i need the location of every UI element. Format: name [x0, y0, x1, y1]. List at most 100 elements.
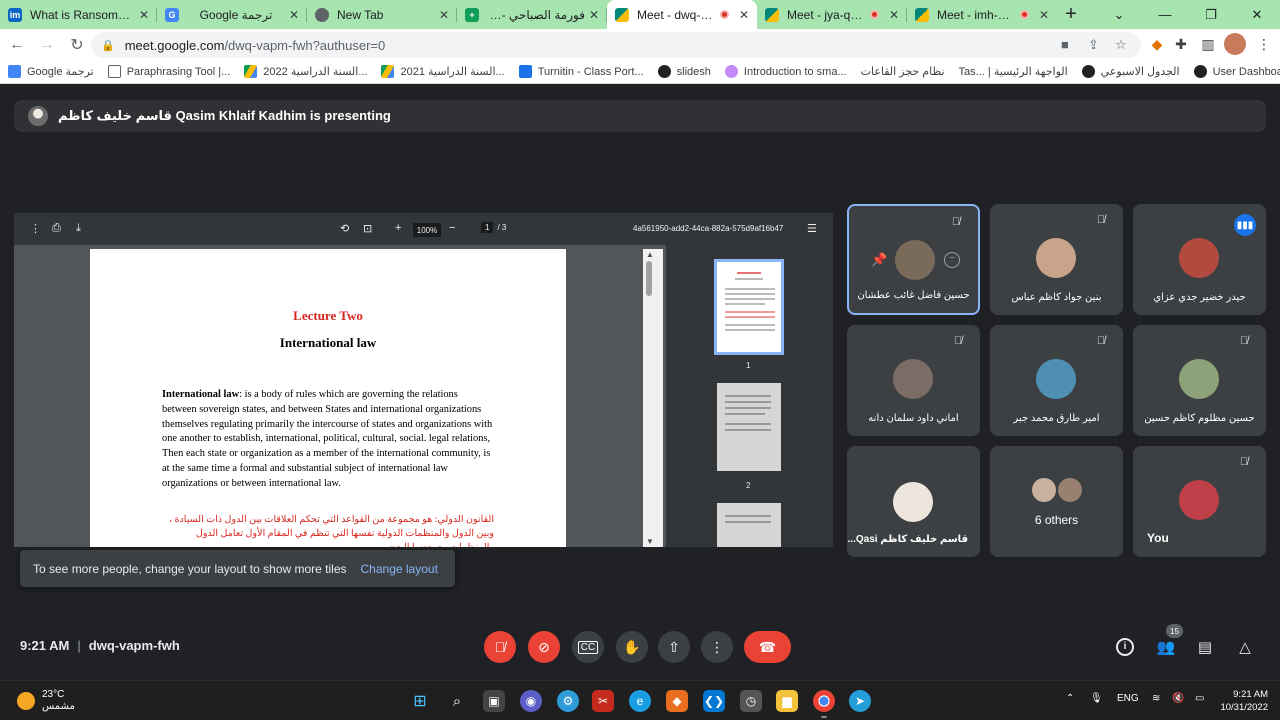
bookmark[interactable]: Turnitin - Class Port... — [518, 65, 644, 78]
page-thumbnail[interactable] — [714, 259, 784, 355]
wifi-icon[interactable]: ≋ — [1152, 693, 1160, 704]
tab-forms[interactable]: + فورمة الصباحي - اون لا ✕ — [457, 0, 607, 29]
minimize-button[interactable]: — — [1142, 0, 1188, 29]
chevron-down-icon[interactable]: ⌄ — [1096, 0, 1142, 29]
participant-tile[interactable]: 🎙̸ اماني داود سلمان دانه — [847, 325, 980, 436]
meeting-details-button[interactable]: i — [1114, 636, 1136, 658]
present-button[interactable]: ⇧ — [658, 631, 690, 663]
share-icon[interactable]: ⇪ — [1088, 37, 1099, 53]
pdf-scrollbar[interactable]: ▲ ▼ — [643, 249, 663, 547]
download-icon[interactable]: ⤓ — [76, 222, 81, 235]
tab-ransomware[interactable]: im What is Ransomware ✕ — [0, 0, 157, 29]
new-tab-button[interactable]: + — [1057, 0, 1085, 29]
microphone-icon[interactable]: 🎙 — [1090, 693, 1103, 704]
telegram-icon[interactable]: ➤ — [849, 690, 871, 712]
language-indicator[interactable]: ENG — [1117, 693, 1139, 704]
fit-page-icon[interactable]: ⊡ — [363, 222, 372, 235]
chat-app-icon[interactable]: ◉ — [520, 690, 542, 712]
scroll-down-icon[interactable]: ▼ — [646, 537, 654, 546]
mic-toggle-button[interactable]: 🎙̸ — [484, 631, 516, 663]
vscode-icon[interactable]: ❮❯ — [703, 690, 725, 712]
rotate-icon[interactable]: ⟲ — [340, 222, 349, 235]
tab-translate[interactable]: G Google ترجمة ✕ — [157, 0, 307, 29]
page-number-input[interactable]: 1 — [481, 222, 494, 233]
scroll-up-icon[interactable]: ▲ — [646, 250, 654, 259]
bookmark[interactable]: User Dashboard — [1193, 65, 1280, 78]
participant-tile[interactable]: قاسم خليف كاظم Qasi... — [847, 446, 980, 557]
volume-muted-icon[interactable]: 🔇 — [1172, 693, 1184, 704]
remove-icon[interactable]: − — [944, 252, 960, 268]
extensions-icon[interactable]: ✚ — [1170, 33, 1192, 55]
task-view-icon[interactable]: ▣ — [483, 690, 505, 712]
address-bar[interactable]: 🔒 meet.google.com/dwq-vapm-fwh?authuser=… — [91, 32, 1141, 58]
scroll-thumb[interactable] — [646, 261, 652, 296]
page-thumbnail[interactable] — [717, 503, 781, 547]
more-options-button[interactable]: ⋮ — [701, 631, 733, 663]
search-icon[interactable]: ⌕ — [446, 690, 468, 712]
bookmark[interactable]: Introduction to sma... — [724, 65, 847, 78]
bookmark[interactable]: Google ترجمة — [8, 65, 94, 78]
bookmark[interactable]: الجدول الاسبوعي — [1081, 65, 1180, 78]
back-button[interactable]: ← — [4, 32, 30, 58]
bookmark[interactable]: Tas... | الواجهة الرئيسية — [959, 65, 1068, 78]
activities-button[interactable]: △ — [1234, 636, 1256, 658]
edge-browser-icon[interactable]: e — [629, 690, 651, 712]
clock-app-icon[interactable]: ◷ — [740, 690, 762, 712]
git-icon[interactable]: ◆ — [666, 690, 688, 712]
participant-tile[interactable]: 🎙̸ امير طارق محمد جبر — [990, 325, 1123, 436]
camera-toggle-button[interactable]: ⊘ — [528, 631, 560, 663]
close-icon[interactable]: ✕ — [739, 8, 749, 22]
tab-meet-jya[interactable]: Meet - jya-qypr-e ✕ — [757, 0, 907, 29]
outline-menu-icon[interactable]: ☰ — [807, 222, 817, 235]
restore-button[interactable]: ❐ — [1188, 0, 1234, 29]
bookmark[interactable]: السنة الدراسية 2022... — [244, 65, 367, 78]
metamask-icon[interactable]: ◆ — [1146, 33, 1168, 55]
others-tile[interactable]: 6 others — [990, 446, 1123, 557]
close-icon[interactable]: ✕ — [289, 8, 299, 22]
tab-meet-imh[interactable]: Meet - imh-wgze ✕ — [907, 0, 1057, 29]
participant-tile[interactable]: 🎙̸ بنين جواد كاظم عباس — [990, 204, 1123, 315]
tab-meet-dwq[interactable]: Meet - dwq-vapm ✕ — [607, 0, 757, 29]
more-vert-icon[interactable]: ⋮ — [30, 222, 41, 235]
captions-button[interactable]: CC — [572, 631, 604, 663]
bookmark[interactable]: نظام حجز القاعات — [861, 65, 945, 78]
reload-button[interactable]: ↻ — [64, 32, 90, 58]
lock-icon[interactable]: 🔒 — [101, 39, 115, 52]
camera-icon[interactable]: ■ — [1061, 37, 1069, 52]
system-clock[interactable]: 9:21 AM 10/31/2022 — [1218, 688, 1268, 714]
file-explorer-icon[interactable]: ▆ — [776, 690, 798, 712]
page-thumbnail[interactable] — [717, 383, 781, 471]
weather-widget[interactable]: 23°C مشمس — [17, 689, 75, 713]
battery-icon[interactable]: ▭ — [1195, 693, 1204, 704]
participant-tile[interactable]: ▮▮▮ حيدر خضير جدي عزاي — [1133, 204, 1266, 315]
chevron-up-icon[interactable]: ⌃ — [1066, 693, 1074, 704]
print-icon[interactable]: ⎙ — [52, 222, 61, 235]
change-layout-button[interactable]: Change layout — [361, 562, 438, 576]
pin-icon[interactable]: 📌 — [871, 252, 887, 268]
menu-icon[interactable]: ⋮ — [1253, 33, 1275, 55]
profile-avatar[interactable] — [1224, 33, 1246, 55]
close-window-button[interactable]: ✕ — [1234, 0, 1280, 29]
close-icon[interactable]: ✕ — [1039, 8, 1049, 22]
zoom-level[interactable]: 100% — [413, 223, 441, 237]
bookmark-star-icon[interactable]: ☆ — [1115, 37, 1127, 53]
snipping-tool-icon[interactable]: ✂ — [592, 690, 614, 712]
chrome-icon[interactable] — [813, 690, 835, 718]
leave-call-button[interactable]: ☎ — [744, 631, 791, 663]
close-icon[interactable]: ✕ — [889, 8, 899, 22]
bookmark[interactable]: Paraphrasing Tool |... — [107, 65, 230, 78]
side-panel-icon[interactable]: ▥ — [1197, 33, 1219, 55]
bookmark[interactable]: السنة الدراسية 2021... — [381, 65, 505, 78]
tab-new-tab[interactable]: New Tab ✕ — [307, 0, 457, 29]
zoom-out-icon[interactable]: − — [449, 222, 455, 234]
windows-start-icon[interactable]: ⊞ — [409, 690, 431, 712]
bookmark[interactable]: slidesh — [657, 65, 711, 78]
self-tile[interactable]: 🎙̸ You — [1133, 446, 1266, 557]
forward-button[interactable]: → — [34, 32, 60, 58]
participant-tile[interactable]: 🎙̸ حسين مظلوم كاظم حسين — [1133, 325, 1266, 436]
participant-tile[interactable]: 🎙̸ 📌 − حسين فاضل غائب عطشان — [847, 204, 980, 315]
close-icon[interactable]: ✕ — [589, 8, 599, 22]
people-button[interactable]: 👥 — [1155, 636, 1177, 658]
close-icon[interactable]: ✕ — [139, 8, 149, 22]
chat-button[interactable]: ▤ — [1194, 636, 1216, 658]
